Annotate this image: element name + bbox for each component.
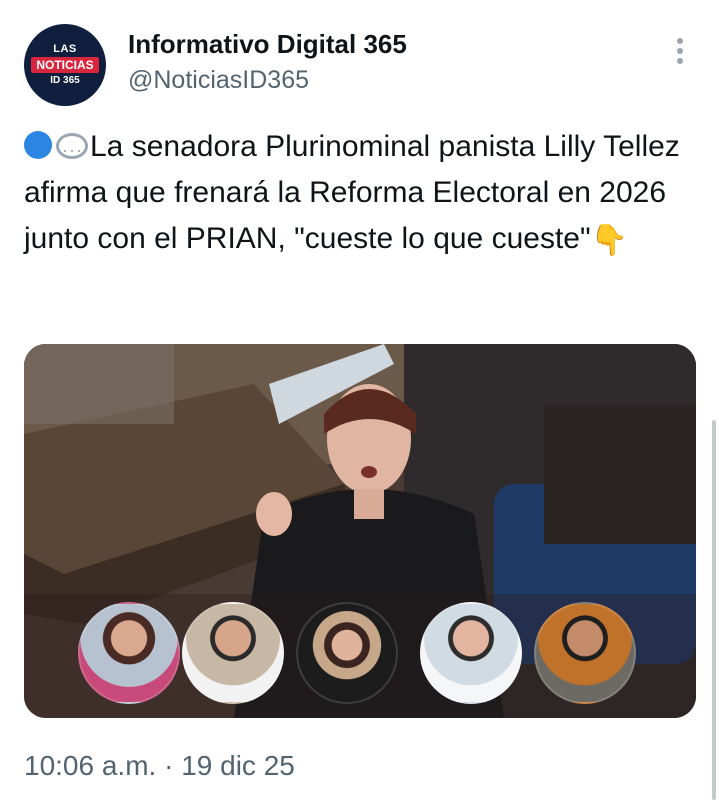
tweet-media-image[interactable] — [24, 344, 696, 718]
inset-photo-1 — [78, 602, 180, 704]
pointing-down-emoji: 👇 — [590, 224, 628, 257]
inset-photo-5 — [534, 602, 636, 704]
avatar-logo-line1: LAS — [53, 43, 77, 55]
author-display-name[interactable]: Informativo Digital 365 — [128, 28, 407, 60]
inset-photo-4 — [420, 602, 522, 704]
meta-separator: · — [156, 750, 182, 781]
scrollbar[interactable] — [712, 420, 716, 800]
avatar-logo-line3: ID 365 — [50, 75, 80, 86]
tweet-timestamp[interactable]: 10:06 a.m. · 19 dic 25 — [24, 748, 295, 784]
inset-photo-3 — [296, 602, 398, 704]
inset-photo-2 — [182, 602, 284, 704]
more-options-icon[interactable] — [672, 38, 688, 78]
author-names[interactable]: Informativo Digital 365 @NoticiasID365 — [128, 28, 407, 96]
avatar[interactable]: LAS NOTICIAS ID 365 — [24, 24, 106, 106]
blue-circle-emoji — [24, 131, 52, 159]
author-handle[interactable]: @NoticiasID365 — [128, 64, 407, 96]
avatar-logo-line2: NOTICIAS — [31, 57, 99, 73]
tweet-date[interactable]: 19 dic 25 — [181, 750, 295, 781]
tweet-header: LAS NOTICIAS ID 365 Informativo Digital … — [24, 24, 704, 106]
speech-bubble-emoji — [56, 127, 88, 173]
tweet-time[interactable]: 10:06 a.m. — [24, 750, 156, 781]
tweet-body: La senadora Plurinominal panista Lilly T… — [24, 130, 680, 255]
tweet-text: La senadora Plurinominal panista Lilly T… — [24, 124, 694, 264]
